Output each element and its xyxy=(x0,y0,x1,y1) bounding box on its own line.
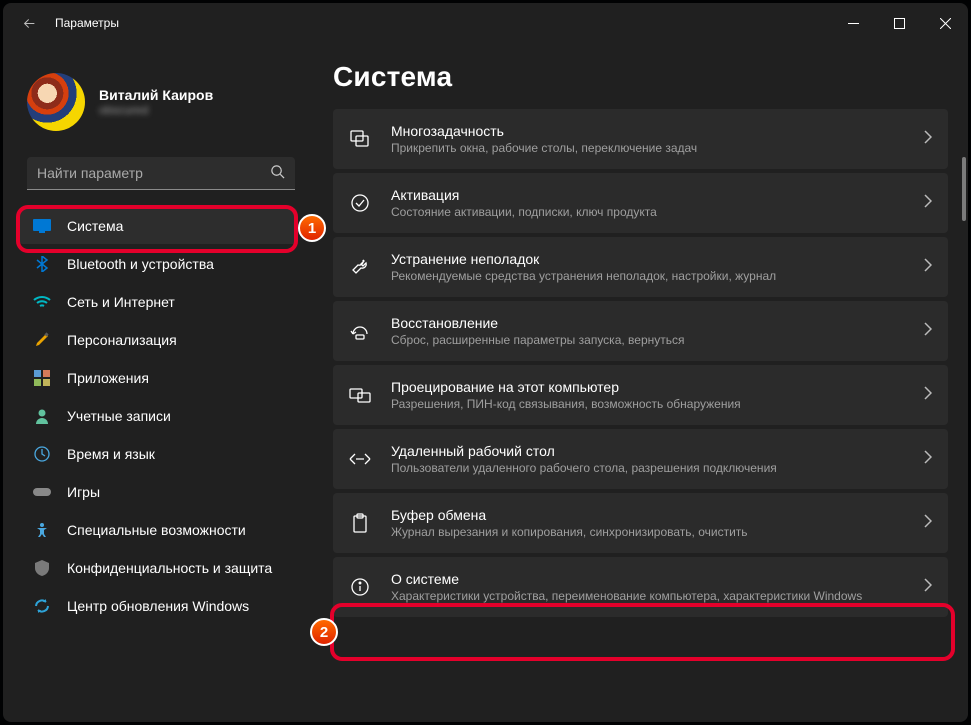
maximize-button[interactable] xyxy=(876,3,922,43)
profile-email: obscured xyxy=(99,103,213,117)
accessibility-icon xyxy=(33,521,51,539)
tile-title: Удаленный рабочий стол xyxy=(391,443,904,459)
chevron-right-icon xyxy=(924,386,932,405)
multitask-icon xyxy=(349,128,371,150)
minimize-button[interactable] xyxy=(830,3,876,43)
profile-block[interactable]: Виталий Каиров obscured xyxy=(11,43,305,151)
chevron-right-icon xyxy=(924,514,932,533)
titlebar: Параметры xyxy=(3,3,968,43)
tile-remote-desktop[interactable]: Удаленный рабочий стол Пользователи удале… xyxy=(333,429,948,489)
gamepad-icon xyxy=(33,483,51,501)
tile-recovery[interactable]: Восстановление Сброс, расширенные парамет… xyxy=(333,301,948,361)
sidebar-item-accounts[interactable]: Учетные записи xyxy=(19,398,297,434)
sidebar-item-label: Центр обновления Windows xyxy=(67,598,249,614)
sidebar-item-privacy[interactable]: Конфиденциальность и защита xyxy=(19,550,297,586)
sidebar-item-label: Персонализация xyxy=(67,332,177,348)
tile-sub: Пользователи удаленного рабочего стола, … xyxy=(391,461,904,475)
sidebar-item-network[interactable]: Сеть и Интернет xyxy=(19,284,297,320)
tile-clipboard[interactable]: Буфер обмена Журнал вырезания и копирован… xyxy=(333,493,948,553)
sidebar-item-label: Система xyxy=(67,218,123,234)
avatar xyxy=(27,73,85,131)
recovery-icon xyxy=(349,320,371,342)
bluetooth-icon xyxy=(33,255,51,273)
tile-multitasking[interactable]: Многозадачность Прикрепить окна, рабочие … xyxy=(333,109,948,169)
clipboard-icon xyxy=(349,512,371,534)
chevron-right-icon xyxy=(924,450,932,469)
tile-projecting[interactable]: Проецирование на этот компьютер Разрешени… xyxy=(333,365,948,425)
sidebar-item-label: Игры xyxy=(67,484,100,500)
tile-sub: Рекомендуемые средства устранения непола… xyxy=(391,269,904,283)
tile-sub: Сброс, расширенные параметры запуска, ве… xyxy=(391,333,904,347)
chevron-right-icon xyxy=(924,130,932,149)
tile-sub: Разрешения, ПИН-код связывания, возможно… xyxy=(391,397,904,411)
profile-name: Виталий Каиров xyxy=(99,87,213,103)
annotation-number-1: 1 xyxy=(298,214,326,242)
scrollbar-thumb[interactable] xyxy=(962,157,966,221)
display-icon xyxy=(33,217,51,235)
globe-clock-icon xyxy=(33,445,51,463)
sidebar-item-label: Приложения xyxy=(67,370,149,386)
sidebar: Виталий Каиров obscured Система Bluetoot… xyxy=(3,43,313,722)
chevron-right-icon xyxy=(924,194,932,213)
search-icon xyxy=(270,164,285,184)
close-button[interactable] xyxy=(922,3,968,43)
page-heading: Система xyxy=(333,61,948,93)
tile-about[interactable]: О системе Характеристики устройства, пере… xyxy=(333,557,948,617)
sidebar-item-gaming[interactable]: Игры xyxy=(19,474,297,510)
sidebar-item-personalization[interactable]: Персонализация xyxy=(19,322,297,358)
sidebar-item-apps[interactable]: Приложения xyxy=(19,360,297,396)
chevron-right-icon xyxy=(924,322,932,341)
tile-sub: Журнал вырезания и копирования, синхрони… xyxy=(391,525,904,539)
wifi-icon xyxy=(33,293,51,311)
chevron-right-icon xyxy=(924,258,932,277)
tile-title: О системе xyxy=(391,571,904,587)
remote-icon xyxy=(349,448,371,470)
wrench-icon xyxy=(349,256,371,278)
sidebar-item-update[interactable]: Центр обновления Windows xyxy=(19,588,297,624)
tile-activation[interactable]: Активация Состояние активации, подписки, … xyxy=(333,173,948,233)
settings-window: Параметры Виталий Каиров obscured xyxy=(3,3,968,722)
tile-troubleshoot[interactable]: Устранение неполадок Рекомендуемые средст… xyxy=(333,237,948,297)
chevron-right-icon xyxy=(924,578,932,597)
sidebar-item-accessibility[interactable]: Специальные возможности xyxy=(19,512,297,548)
brush-icon xyxy=(33,331,51,349)
sidebar-item-label: Время и язык xyxy=(67,446,155,462)
update-icon xyxy=(33,597,51,615)
shield-icon xyxy=(33,559,51,577)
search-box[interactable] xyxy=(27,157,295,190)
info-icon xyxy=(349,576,371,598)
sidebar-item-label: Специальные возможности xyxy=(67,522,246,538)
search-input[interactable] xyxy=(27,157,295,190)
tile-title: Буфер обмена xyxy=(391,507,904,523)
tile-title: Проецирование на этот компьютер xyxy=(391,379,904,395)
sidebar-item-label: Учетные записи xyxy=(67,408,171,424)
sidebar-item-system[interactable]: Система xyxy=(19,208,297,244)
sidebar-item-bluetooth[interactable]: Bluetooth и устройства xyxy=(19,246,297,282)
apps-icon xyxy=(33,369,51,387)
sidebar-item-label: Конфиденциальность и защита xyxy=(67,560,272,576)
back-button[interactable] xyxy=(19,13,39,33)
tile-sub: Состояние активации, подписки, ключ прод… xyxy=(391,205,904,219)
project-icon xyxy=(349,384,371,406)
tile-sub: Характеристики устройства, переименовани… xyxy=(391,589,904,603)
tile-title: Многозадачность xyxy=(391,123,904,139)
tile-title: Активация xyxy=(391,187,904,203)
tile-sub: Прикрепить окна, рабочие столы, переключ… xyxy=(391,141,904,155)
sidebar-item-time-language[interactable]: Время и язык xyxy=(19,436,297,472)
check-circle-icon xyxy=(349,192,371,214)
tile-title: Устранение неполадок xyxy=(391,251,904,267)
tile-title: Восстановление xyxy=(391,315,904,331)
sidebar-item-label: Bluetooth и устройства xyxy=(67,256,214,272)
annotation-number-2: 2 xyxy=(310,618,338,646)
person-icon xyxy=(33,407,51,425)
window-title: Параметры xyxy=(55,16,119,30)
sidebar-item-label: Сеть и Интернет xyxy=(67,294,175,310)
main-content: Система Многозадачность Прикрепить окна, … xyxy=(313,43,968,722)
